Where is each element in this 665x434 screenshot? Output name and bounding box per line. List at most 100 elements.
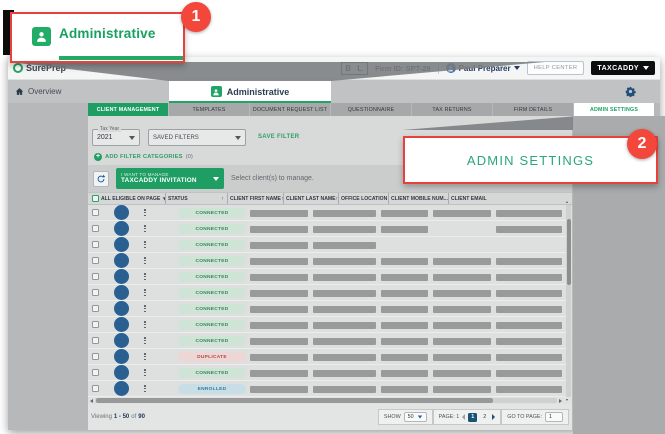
column-header-status[interactable]: STATUS↑ (165, 193, 227, 204)
table-row[interactable]: CONNECTED (88, 269, 572, 285)
kebab-menu-icon[interactable] (144, 209, 146, 216)
plus-circle-icon: + (94, 153, 102, 161)
table-row[interactable]: CONNECTED (88, 365, 572, 381)
page-number-1[interactable]: 1 (468, 413, 477, 422)
scroll-down-arrow[interactable]: ▾ (566, 398, 568, 402)
redacted-data-bar (433, 322, 491, 329)
row-checkbox[interactable] (92, 257, 99, 264)
horizontal-scrollbar[interactable] (88, 397, 564, 404)
redacted-data-bar (313, 322, 376, 329)
table-row[interactable]: CONNECTED (88, 221, 572, 237)
redacted-data-bar (381, 370, 428, 377)
tab-firm-details[interactable]: FIRM DETAILS (493, 103, 574, 116)
viewing-total: 90 (138, 414, 145, 420)
tab-document-request-list[interactable]: DOCUMENT REQUEST LIST (250, 103, 331, 116)
refresh-button[interactable] (93, 171, 109, 187)
vertical-scrollbar[interactable]: ▴ ▾ (566, 205, 571, 397)
kebab-menu-icon[interactable] (144, 305, 146, 312)
help-center-button[interactable]: HELP CENTER (527, 61, 585, 75)
page-size-value: 50 (408, 414, 414, 420)
row-checkbox[interactable] (92, 241, 99, 248)
column-header-client-email[interactable]: CLIENT EMAIL (448, 193, 556, 204)
client-avatar (114, 365, 129, 380)
status-badge: CONNECTED (178, 320, 246, 330)
redacted-data-bar (381, 338, 428, 345)
tab-questionnaire[interactable]: QUESTIONNAIRE (331, 103, 412, 116)
gear-icon[interactable] (625, 86, 636, 97)
row-checkbox[interactable] (92, 225, 99, 232)
column-header-client-first-name[interactable]: CLIENT FIRST NAME↑ (227, 193, 283, 204)
kebab-menu-icon[interactable] (144, 337, 146, 344)
page-control: PAGE: 1 12 (433, 409, 502, 425)
scroll-right-arrow[interactable] (559, 399, 562, 403)
tax-year-select[interactable]: Tax Year 2021 (92, 129, 140, 146)
client-avatar (114, 301, 129, 316)
tab-templates[interactable]: TEMPLATES (169, 103, 250, 116)
table-row[interactable]: CONNECTED (88, 285, 572, 301)
column-header-client-mobile-num-[interactable]: CLIENT MOBILE NUM...↑ (388, 193, 448, 204)
client-avatar (114, 349, 129, 364)
add-filter-categories[interactable]: + ADD FILTER CATEGORIES (0) (94, 153, 193, 161)
tax-year-label: Tax Year (98, 126, 121, 132)
i-want-to-manage-select[interactable]: I WANT TO MANAGE TAXCADDY INVITATION (116, 168, 224, 189)
status-badge: CONNECTED (178, 208, 246, 218)
row-checkbox[interactable] (92, 289, 99, 296)
kebab-menu-icon[interactable] (144, 353, 146, 360)
page-number-2[interactable]: 2 (480, 413, 489, 422)
kebab-menu-icon[interactable] (144, 369, 146, 376)
nav-item-administrative[interactable]: Administrative (169, 80, 331, 103)
kebab-menu-icon[interactable] (144, 241, 146, 248)
tab-client-management[interactable]: CLIENT MANAGEMENT (88, 103, 169, 116)
column-header-client-last-name[interactable]: CLIENT LAST NAME↑ (283, 193, 338, 204)
scroll-left-arrow[interactable] (90, 399, 93, 403)
row-checkbox[interactable] (92, 369, 99, 376)
row-checkbox[interactable] (92, 337, 99, 344)
next-page-arrow[interactable] (492, 414, 495, 420)
save-filter-link[interactable]: SAVE FILTER (258, 134, 299, 140)
row-checkbox[interactable] (92, 305, 99, 312)
kebab-menu-icon[interactable] (144, 225, 146, 232)
goto-page-input[interactable]: 1 (545, 412, 563, 422)
kebab-menu-icon[interactable] (144, 257, 146, 264)
table-row[interactable]: CONNECTED (88, 237, 572, 253)
redacted-data-bar (381, 306, 428, 313)
kebab-menu-icon[interactable] (144, 273, 146, 280)
redacted-data-bar (250, 274, 308, 281)
row-checkbox[interactable] (92, 385, 99, 392)
redacted-data-bar (381, 226, 428, 233)
redacted-data-bar (313, 354, 376, 361)
tab-admin-settings[interactable]: ADMIN SETTINGS (574, 103, 655, 116)
row-checkbox[interactable] (92, 209, 99, 216)
select-all-checkbox[interactable] (92, 195, 99, 202)
scroll-up-arrow[interactable]: ▴ (566, 200, 568, 204)
row-checkbox[interactable] (92, 321, 99, 328)
table-row[interactable]: ENROLLED (88, 381, 572, 397)
horizontal-scrollbar-track[interactable] (95, 398, 557, 403)
table-row[interactable]: CONNECTED (88, 301, 572, 317)
horizontal-scrollbar-thumb[interactable] (96, 398, 493, 403)
redacted-data-bar (381, 386, 428, 393)
tab-tax-returns[interactable]: TAX RETURNS (412, 103, 493, 116)
redacted-data-bar (433, 274, 491, 281)
saved-filters-select[interactable]: SAVED FILTERS (148, 129, 246, 146)
nav-item-overview[interactable]: Overview (15, 80, 61, 103)
previous-page-arrow[interactable] (462, 414, 465, 420)
row-checkbox[interactable] (92, 353, 99, 360)
kebab-menu-icon[interactable] (144, 321, 146, 328)
table-row[interactable]: CONNECTED (88, 205, 572, 221)
vertical-scrollbar-thumb[interactable] (567, 219, 571, 285)
table-row[interactable]: DUPLICATE (88, 349, 572, 365)
sort-arrow-icon[interactable]: ↑ (221, 196, 225, 202)
column-header-office-location[interactable]: OFFICE LOCATION↑ (338, 193, 388, 204)
select-all-header[interactable]: ALL ELIGIBLE ON PAGE (88, 193, 165, 204)
table-row[interactable]: CONNECTED (88, 333, 572, 349)
column-header-label: OFFICE LOCATION (341, 196, 387, 202)
row-checkbox[interactable] (92, 273, 99, 280)
taxcaddy-button[interactable]: TAXCADDY (591, 61, 655, 75)
kebab-menu-icon[interactable] (144, 289, 146, 296)
table-row[interactable]: CONNECTED (88, 317, 572, 333)
page-size-select[interactable]: 50 (404, 412, 427, 422)
table-row[interactable]: CONNECTED (88, 253, 572, 269)
manage-hint-text: Select client(s) to manage. (231, 175, 314, 182)
kebab-menu-icon[interactable] (144, 385, 146, 392)
